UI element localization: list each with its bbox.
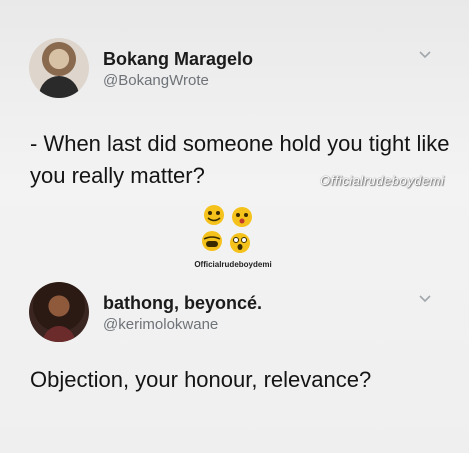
chevron-down-icon[interactable] (418, 48, 432, 62)
screenshot-frame: Bokang Maragelo @BokangWrote - When last… (0, 0, 469, 453)
author-handle[interactable]: @BokangWrote (103, 72, 209, 89)
avatar[interactable] (29, 282, 89, 342)
logo-caption: Officialrudeboydemi (194, 260, 272, 269)
tweet-text: Objection, your honour, relevance? (30, 367, 372, 392)
author-name[interactable]: bathong, beyoncé. (103, 293, 262, 314)
chevron-down-icon[interactable] (418, 292, 432, 306)
watermark: Officialrudeboydemi (320, 173, 445, 188)
author-handle[interactable]: @kerimolokwane (103, 316, 218, 333)
avatar[interactable] (29, 38, 89, 98)
author-name[interactable]: Bokang Maragelo (103, 49, 253, 70)
